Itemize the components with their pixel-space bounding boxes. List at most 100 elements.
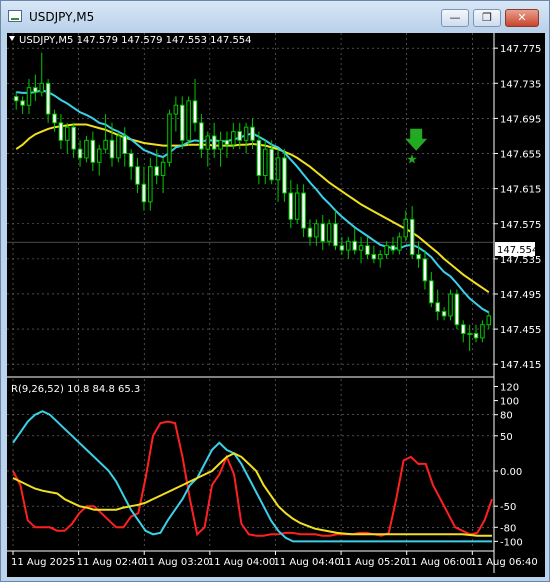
candle-body bbox=[454, 293, 460, 326]
price-tick-label: 147.735 bbox=[500, 79, 541, 90]
candle-body bbox=[135, 166, 140, 185]
chart-window-icon bbox=[8, 10, 22, 22]
candle-body bbox=[116, 135, 121, 159]
price-chart-svg[interactable]: USDJPY,M5 147.579 147.579 147.553 147.55… bbox=[7, 33, 545, 577]
candle-body bbox=[173, 104, 179, 115]
candle-body bbox=[275, 157, 281, 181]
indicator-series-line bbox=[12, 452, 492, 537]
close-button[interactable]: ✕ bbox=[505, 9, 539, 27]
chart-menu-triangle-icon[interactable] bbox=[9, 36, 15, 41]
candle-body bbox=[384, 245, 389, 255]
indicator-tick-label: 120 bbox=[500, 383, 519, 394]
candle-body bbox=[307, 227, 313, 238]
maximize-button[interactable]: ❐ bbox=[473, 9, 501, 27]
price-tick-label: 147.575 bbox=[500, 220, 541, 231]
indicator-tick-label: 0.00 bbox=[500, 467, 522, 478]
indicator-series-line bbox=[12, 410, 492, 543]
indicator-header: R(9,26,52) 10.8 84.8 65.3 bbox=[11, 384, 140, 395]
candle-body bbox=[13, 95, 19, 102]
candle-body bbox=[326, 223, 332, 242]
price-tick-label: 147.655 bbox=[500, 150, 541, 161]
candle-body bbox=[352, 240, 357, 251]
candle-body bbox=[441, 311, 447, 317]
candle-body bbox=[461, 324, 466, 334]
price-header: USDJPY,M5 147.579 147.579 147.553 147.55… bbox=[19, 35, 252, 46]
time-tick-label: 11 Aug 02:40 bbox=[77, 557, 144, 568]
candle-body bbox=[263, 148, 268, 176]
candle-body bbox=[429, 280, 434, 304]
candle-body bbox=[314, 223, 319, 238]
chart-window: USDJPY,M5 — ❐ ✕ USDJPY,M5 147.579 147.57… bbox=[0, 0, 550, 582]
candle-body bbox=[65, 126, 70, 141]
time-tick-label: 11 Aug 06:40 bbox=[470, 557, 537, 568]
time-tick-label: 11 Aug 05:20 bbox=[339, 557, 406, 568]
chart-area[interactable]: USDJPY,M5 147.579 147.579 147.553 147.55… bbox=[7, 33, 545, 577]
candle-body bbox=[422, 258, 428, 282]
candle-body bbox=[109, 139, 115, 159]
candle-body bbox=[231, 131, 236, 146]
window-title: USDJPY,M5 bbox=[29, 10, 95, 24]
candle-body bbox=[339, 245, 345, 251]
candle-body bbox=[333, 223, 338, 247]
price-grid bbox=[7, 33, 494, 373]
candle-body bbox=[179, 104, 185, 141]
sell-arrow-icon bbox=[405, 128, 428, 151]
candle-body bbox=[377, 253, 383, 260]
candle-body bbox=[256, 139, 262, 176]
candle-body bbox=[77, 148, 83, 159]
indicator-tick-label: 80 bbox=[500, 411, 513, 422]
candle-body bbox=[243, 126, 249, 141]
time-tick-label: 11 Aug 2025 bbox=[11, 557, 75, 568]
candle-body bbox=[301, 192, 306, 229]
title-bar[interactable]: USDJPY,M5 — ❐ ✕ bbox=[1, 1, 549, 33]
indicator-tick-label: 50 bbox=[500, 432, 513, 443]
candle-body bbox=[52, 113, 57, 124]
current-price-label: 147.554 bbox=[497, 245, 538, 256]
time-axis: 11 Aug 2025 11 Aug 02:4011 Aug 03:2011 Au… bbox=[11, 551, 538, 568]
candle-body bbox=[346, 240, 351, 251]
candle-body bbox=[71, 126, 76, 150]
candle-body bbox=[365, 245, 370, 255]
candle-body bbox=[237, 131, 242, 141]
price-axis: 147.775 147.735 147.695 147.655 147.615 147.5… bbox=[494, 44, 541, 371]
candle-body bbox=[96, 148, 102, 163]
indicator-axis: 120 100 80 50 0.00 -50 -80 -100 bbox=[494, 383, 523, 548]
price-tick-label: 147.535 bbox=[500, 255, 541, 266]
candle-body bbox=[250, 126, 255, 141]
candle-body bbox=[358, 245, 364, 251]
indicator-tick-label: -50 bbox=[500, 502, 516, 513]
time-tick-label: 11 Aug 06:00 bbox=[405, 557, 472, 568]
indicator-tick-label: -100 bbox=[500, 537, 523, 548]
candle-body bbox=[269, 148, 274, 181]
candle-body bbox=[409, 218, 415, 255]
candle-body bbox=[205, 135, 211, 150]
signal-star-icon: ★ bbox=[406, 153, 418, 168]
candle-body bbox=[58, 122, 64, 141]
time-tick-label: 11 Aug 04:00 bbox=[208, 557, 275, 568]
candle-body bbox=[218, 139, 223, 150]
time-tick-label: 11 Aug 03:20 bbox=[142, 557, 209, 568]
price-tick-label: 147.695 bbox=[500, 114, 541, 125]
candle-body bbox=[320, 223, 326, 242]
candle-body bbox=[224, 139, 230, 146]
minimize-button[interactable]: — bbox=[441, 9, 469, 27]
candle-body bbox=[20, 100, 25, 106]
time-tick-label: 11 Aug 04:40 bbox=[273, 557, 340, 568]
candle-body bbox=[160, 161, 166, 176]
candle-body bbox=[39, 82, 44, 93]
price-tick-label: 147.615 bbox=[500, 185, 541, 196]
price-tick-label: 147.455 bbox=[500, 325, 541, 336]
candle-body bbox=[473, 332, 479, 339]
candle-body bbox=[192, 100, 198, 124]
candle-body bbox=[148, 166, 153, 203]
candle-body bbox=[371, 253, 377, 260]
candle-body bbox=[486, 315, 492, 326]
candle-body bbox=[480, 324, 485, 339]
candle-body bbox=[288, 192, 294, 220]
price-tick-label: 147.495 bbox=[500, 290, 541, 301]
candle-body bbox=[90, 139, 96, 163]
price-tick-label: 147.415 bbox=[500, 360, 541, 371]
candle-body bbox=[403, 218, 409, 238]
candle-body bbox=[435, 302, 440, 313]
candle-body bbox=[211, 135, 217, 150]
